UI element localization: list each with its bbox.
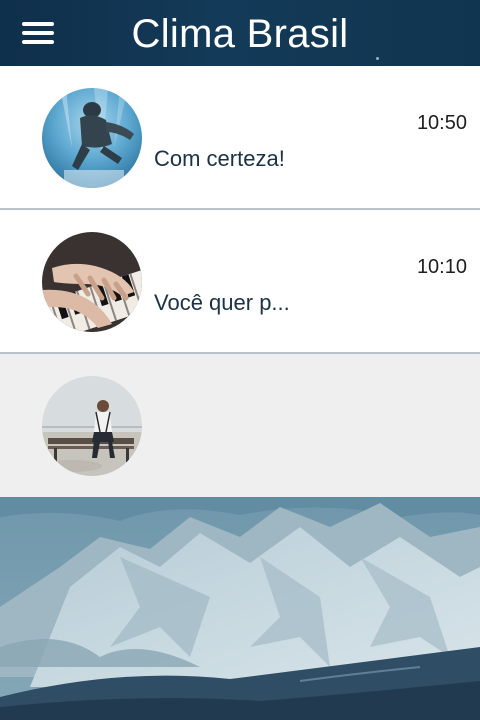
- person-on-bench-avatar[interactable]: [42, 376, 142, 476]
- chat-time: 10:50: [416, 112, 467, 134]
- header-dot: [376, 57, 379, 60]
- mountain-landscape-image: [0, 497, 480, 720]
- app-title: Clima Brasil: [131, 12, 349, 56]
- app-header: Clima Brasil: [0, 0, 480, 66]
- chat-item[interactable]: [0, 354, 480, 498]
- chat-time: 10:10: [416, 256, 467, 278]
- piano-hands-avatar[interactable]: [42, 232, 142, 332]
- underwater-person-avatar[interactable]: [42, 88, 142, 188]
- chat-list: 10:50 Com certeza! 10:10 Você quer p...: [0, 66, 480, 498]
- chat-item[interactable]: 10:50 Com certeza!: [0, 66, 480, 210]
- chat-item[interactable]: 10:10 Você quer p...: [0, 210, 480, 354]
- chat-preview: Com certeza!: [154, 146, 285, 171]
- chat-preview: Você quer p...: [154, 290, 290, 315]
